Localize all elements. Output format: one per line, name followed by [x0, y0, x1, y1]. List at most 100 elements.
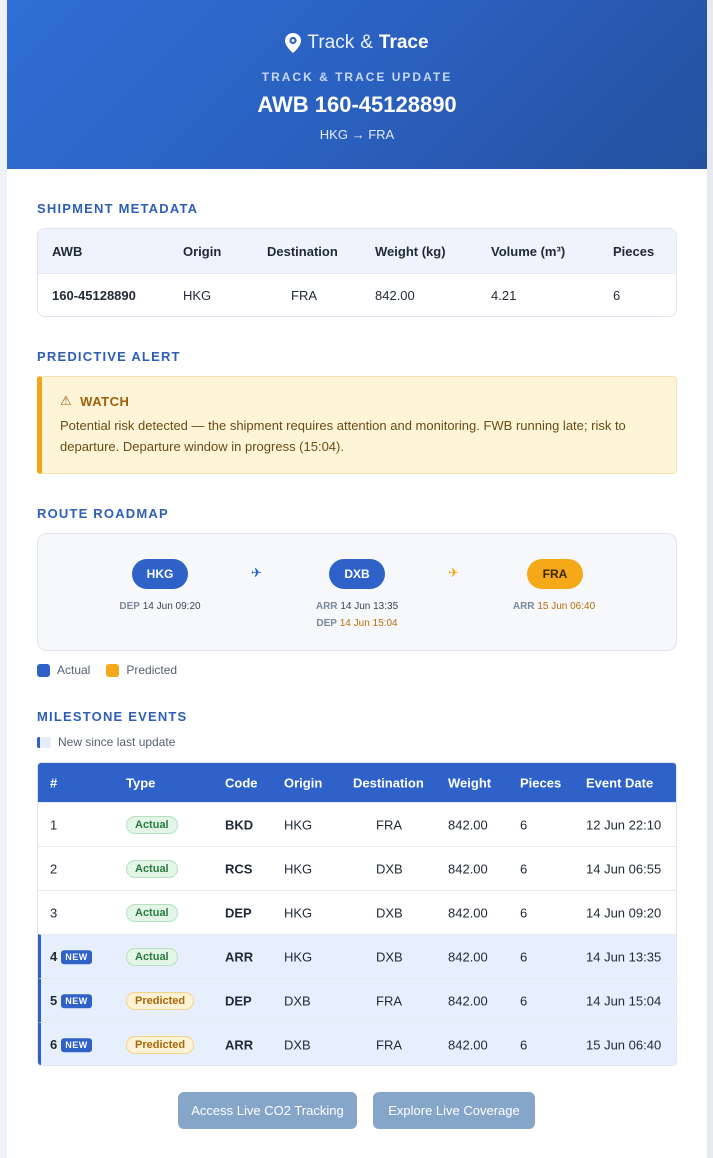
alert-message: Potential risk detected — the shipment r… — [60, 418, 626, 454]
event-origin: HKG — [284, 817, 313, 832]
table-row: 4 NEW Actual ARR HKG DXB 842.00 6 14 Jun 13:35 — [38, 934, 676, 978]
live-coverage-button[interactable]: Explore Live Coverage — [373, 1092, 535, 1129]
event-code: DEP — [225, 993, 252, 1008]
status-badge: Predicted — [126, 1035, 195, 1054]
event-weight: 842.00 — [448, 861, 488, 876]
event-destination: DXB — [376, 905, 403, 920]
metadata-data-row: 160-45128890 HKG FRA 842.00 4.21 6 — [38, 273, 676, 316]
location-pin-icon — [285, 33, 302, 53]
event-pieces: 6 — [520, 993, 528, 1008]
header-eyebrow: TRACK & TRACE UPDATE — [261, 70, 453, 84]
co2-tracking-button[interactable]: Access Live CO2 Tracking — [178, 1092, 357, 1129]
event-pieces: 6 — [520, 861, 528, 876]
event-num: 3 — [50, 905, 58, 920]
new-tag: NEW — [61, 950, 92, 965]
metadata-col-origin: Origin — [183, 243, 222, 259]
event-type-badge: Actual — [126, 947, 178, 966]
event-num: 5 NEW — [50, 993, 92, 1009]
status-badge: Actual — [126, 903, 178, 922]
legend-predicted-swatch — [106, 663, 120, 677]
event-date: 14 Jun 13:35 — [586, 949, 662, 964]
metadata-header-row: AWB Origin Destination Weight (kg) Volum… — [38, 229, 676, 273]
predictive-alert-box: ⚠ WATCH Potential risk detected — the sh… — [37, 376, 677, 474]
event-weight: 842.00 — [448, 817, 488, 832]
alert-section-title: PREDICTIVE ALERT — [37, 349, 181, 364]
event-type-badge: Actual — [126, 903, 178, 922]
legend-predicted: Predicted — [106, 663, 177, 677]
email-page: Track & Trace TRACK & TRACE UPDATE AWB 1… — [7, 0, 707, 1158]
event-type-badge: Actual — [126, 815, 178, 834]
status-badge: Actual — [126, 815, 178, 834]
table-row: 3 Actual DEP HKG DXB 842.00 6 14 Jun 09:20 — [38, 890, 676, 934]
brand-word-track: Track — [307, 32, 355, 53]
metadata-awb-value: 160-45128890 — [52, 288, 136, 303]
route-subtitle: HKG → FRA — [319, 127, 395, 142]
table-row: 5 NEW Predicted DEP DXB FRA 842.00 6 14 Jun 15:0… — [38, 978, 676, 1022]
event-origin: DXB — [284, 1037, 311, 1052]
event-origin: DXB — [284, 993, 311, 1008]
metadata-section-title: SHIPMENT METADATA — [37, 201, 199, 216]
metadata-col-weight: Weight (kg) — [375, 243, 446, 259]
alert-level: WATCH — [80, 393, 130, 409]
event-num: 4 NEW — [50, 949, 92, 965]
status-badge: Predicted — [126, 991, 195, 1010]
new-tag: NEW — [61, 1038, 92, 1053]
milestone-events-table: # Type Code Origin Destination Weight Pi… — [37, 762, 677, 1066]
event-num: 2 — [50, 861, 58, 876]
stop-pill-hkg: HKG — [132, 559, 188, 589]
event-date: 14 Jun 09:20 — [586, 905, 662, 920]
metadata-weight-value: 842.00 — [375, 288, 415, 303]
event-destination: FRA — [376, 993, 402, 1008]
event-weight: 842.00 — [448, 1037, 488, 1052]
event-pieces: 6 — [520, 817, 528, 832]
brand-word-trace: Trace — [378, 32, 429, 53]
legend-actual: Actual — [37, 663, 90, 677]
event-weight: 842.00 — [448, 993, 488, 1008]
dxb-arrival-time: ARR 14 Jun 13:35 — [315, 601, 399, 612]
metadata-col-destination: Destination — [267, 243, 338, 259]
brand-logo: Track & Trace — [7, 32, 707, 54]
page-title: AWB 160-45128890 — [257, 92, 457, 117]
event-code: BKD — [225, 817, 254, 832]
events-col-destination: Destination — [353, 775, 424, 790]
event-code: ARR — [225, 949, 254, 964]
hkg-departure-time: DEP 14 Jun 09:20 — [119, 601, 201, 612]
route-roadmap: HKG ✈ DXB ✈ FRA DEP 14 Jun 09:20 ARR 14 … — [37, 533, 677, 651]
metadata-pieces-value: 6 — [613, 288, 621, 303]
metadata-table: AWB Origin Destination Weight (kg) Volum… — [37, 228, 677, 317]
event-type-badge: Predicted — [126, 1035, 195, 1054]
roadmap-legend: Actual Predicted — [37, 663, 193, 677]
event-type-badge: Actual — [126, 859, 178, 878]
event-origin: HKG — [284, 949, 313, 964]
event-destination: FRA — [376, 1037, 402, 1052]
metadata-volume-value: 4.21 — [491, 288, 517, 303]
event-date: 14 Jun 06:55 — [586, 861, 662, 876]
metadata-origin-value: HKG — [183, 288, 212, 303]
airplane-icon: ✈ — [251, 565, 262, 580]
event-weight: 842.00 — [448, 949, 488, 964]
event-origin: HKG — [284, 861, 313, 876]
event-weight: 842.00 — [448, 905, 488, 920]
event-pieces: 6 — [520, 905, 528, 920]
fra-arrival-time: ARR 15 Jun 06:40 — [512, 601, 596, 612]
warning-icon: ⚠ — [60, 393, 73, 408]
table-row: 2 Actual RCS HKG DXB 842.00 6 14 Jun 06:55 — [38, 846, 676, 890]
events-col-date: Event Date — [586, 775, 654, 790]
metadata-col-awb: AWB — [52, 243, 83, 259]
event-destination: DXB — [376, 861, 403, 876]
event-origin: HKG — [284, 905, 313, 920]
event-date: 15 Jun 06:40 — [586, 1037, 662, 1052]
new-swatch — [37, 736, 51, 748]
header-banner: Track & Trace TRACK & TRACE UPDATE AWB 1… — [7, 0, 707, 169]
events-col-code: Code — [225, 775, 258, 790]
table-row: 1 Actual BKD HKG FRA 842.00 6 12 Jun 22:10 — [38, 802, 676, 846]
events-col-weight: Weight — [448, 775, 492, 790]
event-date: 12 Jun 22:10 — [586, 817, 662, 832]
event-code: ARR — [225, 1037, 254, 1052]
events-col-type: Type — [126, 775, 156, 790]
events-col-num: # — [50, 775, 58, 790]
event-code: RCS — [225, 861, 253, 876]
dxb-departure-time: DEP 14 Jun 15:04 — [316, 618, 398, 629]
event-type-badge: Predicted — [126, 991, 195, 1010]
legend-actual-swatch — [37, 663, 50, 677]
